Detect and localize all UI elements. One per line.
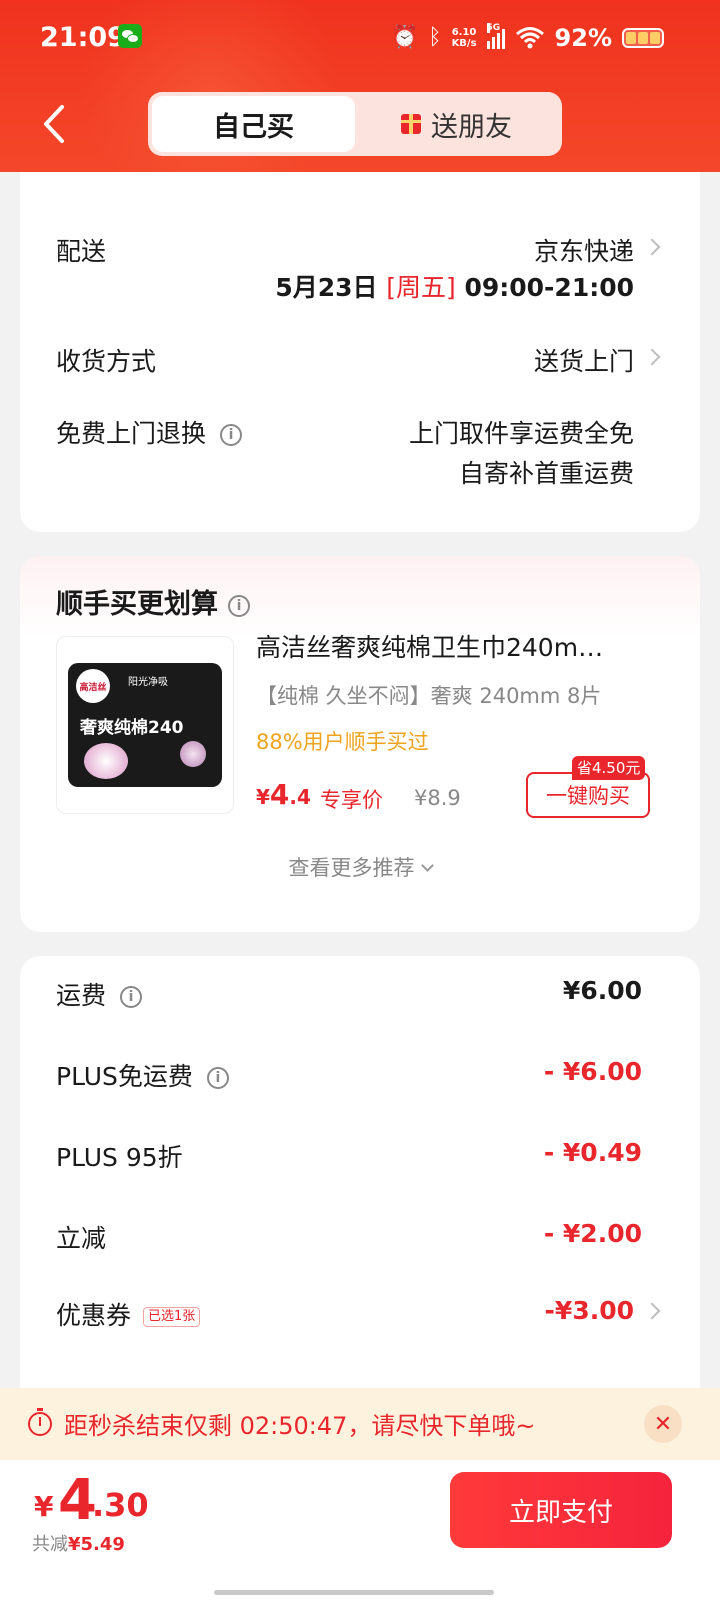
product-pack-image: 高洁丝 阳光净吸 奢爽纯棉240 [68,663,222,787]
delivery-date: 5月23日 [275,273,378,302]
plus-free-freight-label: PLUS免运费 i [56,1057,229,1093]
checkout-footer: ¥ 4 .30 共减¥5.49 立即支付 [0,1460,720,1600]
product-name[interactable]: 高洁丝奢爽纯棉卫生巾240m… [256,628,646,664]
recommend-card: 顺手买更划算 i 高洁丝 阳光净吸 奢爽纯棉240 高洁丝奢爽纯棉卫生巾240m…… [20,556,700,932]
countdown-text: 距秒杀结束仅剩 02:50:47，请尽快下单哦~ [64,1406,536,1441]
bluetooth-icon: ᛒ [428,25,442,50]
tab-gift-friend-label: 送朋友 [431,111,512,143]
coupon-chevron-icon[interactable] [643,1302,661,1320]
net-speed-value: 6.10 [451,27,477,38]
plus-discount-label: PLUS 95折 [56,1143,183,1172]
recommend-title-text: 顺手买更划算 [56,589,218,620]
tab-self-buy[interactable]: 自己买 [152,96,355,152]
coupon-selected-badge: 已选1张 [143,1307,201,1327]
price-dec: .4 [289,785,311,809]
product-thumbnail[interactable]: 高洁丝 阳光净吸 奢爽纯棉240 [56,636,234,814]
total-saved: 共减¥5.49 [32,1530,125,1556]
freight-label-text: 运费 [56,981,107,1010]
more-recommend-label: 查看更多推荐 [288,856,415,880]
pack-name: 奢爽纯棉240 [80,718,184,738]
pack-flower-decoration [84,743,128,779]
plus-discount-value: - ¥0.49 [543,1138,642,1167]
pack-logo: 高洁丝 [76,669,110,703]
saved-label: 共减 [32,1534,68,1555]
delivery-card: 配送 京东快递 5月23日 [周五] 09:00-21:00 收货方式 送货上门… [20,172,700,532]
total-decimal: .30 [92,1486,149,1524]
gift-icon [401,114,421,134]
delivery-time-range: 09:00-21:00 [464,273,634,302]
info-icon[interactable]: i [220,424,243,446]
timer-icon [28,1408,52,1436]
free-return-line1: 上门取件享运费全免 [408,419,634,448]
product-desc: 【纯棉 久坐不闷】奢爽 240mm 8片 [256,684,602,708]
status-icons: ⏰ ᛒ 6.10 KB/s 5G 92% [391,20,664,56]
free-return-label-text: 免费上门退换 [56,419,207,448]
pack-series: 阳光净吸 [128,677,168,688]
free-return-line2: 自寄补首重运费 [458,459,634,488]
coupon-value[interactable]: -¥3.00 [545,1296,634,1325]
purchase-mode-tabs: 自己买 送朋友 [148,92,562,156]
plus-free-freight-text: PLUS免运费 [56,1062,193,1091]
home-indicator[interactable] [214,1590,494,1595]
countdown-time: 02:50:47 [239,1412,348,1440]
freight-label: 运费 i [56,976,143,1012]
net-speed-unit: KB/s [451,38,477,49]
product-stat: 88%用户顺手买过 [256,730,429,754]
info-icon[interactable]: i [228,594,250,617]
chevron-down-icon [420,859,434,872]
delivery-chevron-icon[interactable] [643,238,661,256]
original-price: ¥8.9 [414,786,461,810]
back-icon[interactable] [40,104,70,144]
total-yen: ¥ [34,1490,54,1523]
info-icon[interactable]: i [206,1067,229,1089]
signal-icon: 5G [486,23,505,49]
saved-value: ¥5.49 [68,1534,125,1555]
save-badge: 省4.50元 [572,756,646,780]
product-price: ¥4.4 [256,778,311,811]
wifi-icon [515,27,544,49]
status-time: 21:09 [40,22,126,53]
alarm-icon: ⏰ [390,25,419,50]
more-recommend-link[interactable]: 查看更多推荐 [20,852,700,882]
receive-method-chevron-icon[interactable] [643,348,661,366]
delivery-time: 5月23日 [周五] 09:00-21:00 [275,268,634,304]
price-yen: ¥ [256,785,270,809]
price-tag: 专享价 [320,788,383,812]
tab-self-buy-label: 自己买 [213,111,294,143]
pay-now-button[interactable]: 立即支付 [450,1472,672,1548]
battery-icon [622,28,664,48]
instant-discount-value: - ¥2.00 [543,1219,642,1248]
tab-gift-friend[interactable]: 送朋友 [355,96,558,152]
countdown-prefix: 距秒杀结束仅剩 [64,1412,232,1440]
delivery-weekday: [周五] [386,273,456,302]
instant-discount-label: 立减 [56,1224,107,1253]
delivery-label: 配送 [56,237,107,266]
free-return-label: 免费上门退换 i [56,414,243,450]
receive-method-value[interactable]: 送货上门 [534,342,634,378]
pack-flower-decoration [180,741,206,767]
header: 21:09 ⏰ ᛒ 6.10 KB/s 5G 92% 自己买 送朋友 [0,0,720,172]
status-bar: 21:09 ⏰ ᛒ 6.10 KB/s 5G 92% [0,0,720,76]
wechat-icon [118,24,142,48]
recommend-title: 顺手买更划算 i [56,582,250,621]
signal-label: 5G [486,23,501,33]
countdown-suffix: ，请尽快下单哦~ [347,1412,536,1440]
battery-percent: 92% [554,24,612,52]
receive-method-label: 收货方式 [56,347,157,376]
coupon-label: 优惠券 已选1张 [56,1296,201,1332]
freight-value: ¥6.00 [562,976,642,1005]
info-icon[interactable]: i [120,986,143,1008]
price-int: 4 [269,778,290,811]
flash-sale-countdown-bar: 距秒杀结束仅剩 02:50:47，请尽快下单哦~ ✕ [0,1388,720,1460]
cost-summary-card: 运费 i ¥6.00 PLUS免运费 i - ¥6.00 PLUS 95折 - ¥0… [20,956,700,1416]
plus-free-freight-value: - ¥6.00 [543,1057,642,1086]
delivery-carrier[interactable]: 京东快递 [534,232,634,268]
net-speed: 6.10 KB/s [452,27,477,49]
coupon-label-text: 优惠券 [56,1301,132,1330]
close-icon[interactable]: ✕ [644,1405,682,1443]
